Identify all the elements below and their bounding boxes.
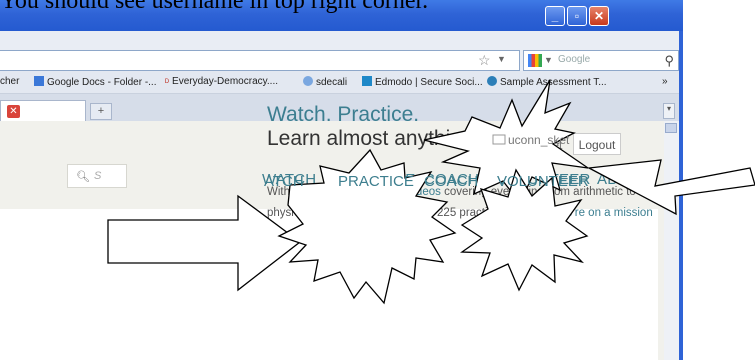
logout-button[interactable]: Logout (573, 133, 621, 155)
videos-link[interactable]: 2,600 videos (376, 186, 441, 198)
google-icon[interactable] (528, 54, 542, 67)
hero-description: With a library of over 2,600 videos cove… (267, 186, 653, 240)
instruction-caption: You should see username in top right cor… (0, 0, 429, 14)
bookmark-star-icon[interactable]: ☆ (478, 52, 491, 69)
search-engine-dropdown-icon[interactable]: ▼ (544, 55, 553, 65)
vertical-scrollbar[interactable] (664, 121, 679, 360)
bookmark-item[interactable]: cher (0, 76, 19, 87)
bookmark-item[interactable]: Google Docs - Folder -... (34, 76, 156, 88)
site-icon (487, 76, 497, 86)
site-icon (303, 76, 313, 86)
bookmark-item[interactable]: Edmodo | Secure Soci... (362, 76, 483, 88)
maximize-button[interactable]: ▫ (567, 6, 587, 26)
hero-headline: Watch. Practice. (267, 103, 420, 126)
search-engine-box[interactable]: ▼ Google ⚲ (523, 50, 679, 71)
close-tab-icon[interactable]: ✕ (7, 105, 20, 118)
site-search-input[interactable]: 🔍︎ S (67, 164, 127, 188)
bookmarks-overflow-button[interactable]: » (662, 76, 668, 87)
bookmarks-toolbar: cher Google Docs - Folder -... ᴰ Everyday… (0, 71, 679, 94)
minimize-button[interactable]: _ (545, 6, 565, 26)
edmodo-icon (362, 76, 372, 86)
bookmark-item[interactable]: Sample Assessment T... (487, 76, 607, 88)
tab-active[interactable]: ✕ (0, 100, 86, 121)
folder-icon (34, 76, 44, 86)
new-tab-button[interactable]: + (90, 103, 112, 120)
search-icon[interactable]: ⚲ (664, 53, 674, 69)
scroll-up-arrow[interactable] (665, 123, 677, 133)
search-engine-placeholder: Google (558, 54, 591, 65)
mission-link[interactable]: exercises, we're on a mission (503, 207, 653, 219)
site-icon: ᴰ (165, 77, 170, 87)
search-hint: S (94, 170, 102, 182)
url-dropdown-icon[interactable]: ▼ (497, 54, 506, 64)
window-controls: _ ▫ ✕ (545, 6, 609, 26)
close-button[interactable]: ✕ (589, 6, 609, 26)
hero-subheadline: Learn almost anything for free. (267, 127, 552, 150)
bookmark-item[interactable]: ᴰ Everyday-Democracy.... (165, 76, 278, 87)
address-bar[interactable] (0, 50, 520, 71)
bookmark-item[interactable]: sdecali (303, 76, 347, 88)
search-icon: 🔍︎ (76, 171, 90, 183)
tab-list-button[interactable]: ▾ (663, 103, 675, 119)
navigation-toolbar: ☆ ▼ ▼ Google ⚲ (0, 31, 679, 71)
